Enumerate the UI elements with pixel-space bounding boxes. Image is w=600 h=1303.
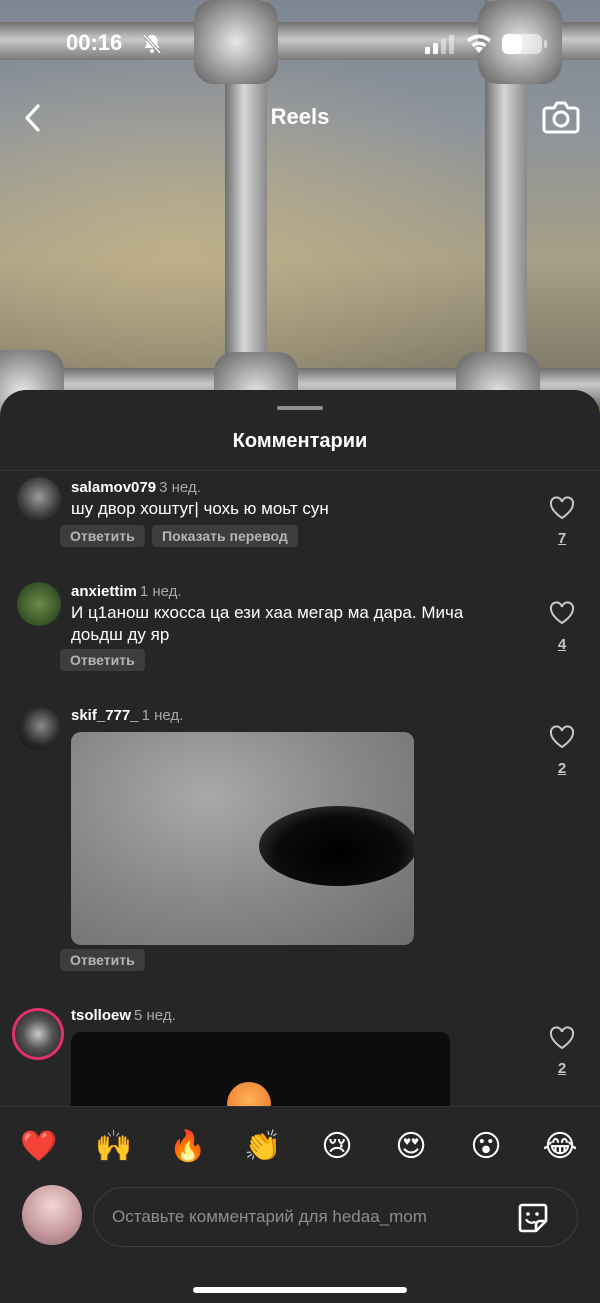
- signal-icon: [425, 35, 454, 54]
- comment-username[interactable]: salamov079: [71, 479, 156, 496]
- sheet-title: Комментарии: [232, 430, 368, 452]
- tears-of-joy-emoji[interactable]: 😂: [538, 1125, 582, 1169]
- comment-composer: ❤️ 🙌 🔥 👏 😢 😍 😮 😂 Оставьте комментарий дл…: [0, 1106, 600, 1303]
- like-count[interactable]: 2: [549, 760, 575, 777]
- camera-icon[interactable]: [541, 98, 581, 136]
- comment-meta: tsolloew 5 нед.: [71, 1007, 176, 1024]
- avatar[interactable]: [17, 582, 61, 626]
- comment-username[interactable]: skif_777_: [71, 707, 139, 724]
- status-bar: 00:16: [0, 28, 600, 64]
- battery-icon: [502, 34, 542, 54]
- clapping-hands-emoji[interactable]: 👏: [241, 1125, 285, 1169]
- crying-face-emoji[interactable]: 😢: [315, 1125, 359, 1169]
- reply-button[interactable]: Ответить: [60, 525, 145, 547]
- like-count[interactable]: 4: [549, 636, 575, 653]
- fire-emoji[interactable]: 🔥: [166, 1125, 210, 1169]
- raising-hands-emoji[interactable]: 🙌: [92, 1125, 136, 1169]
- like-count[interactable]: 2: [549, 1060, 575, 1077]
- comment-time: 3 нед.: [159, 479, 201, 496]
- comment-time: 1 нед.: [141, 707, 184, 724]
- red-heart-emoji[interactable]: ❤️: [17, 1125, 61, 1169]
- comment-time: 1 нед.: [139, 583, 182, 600]
- sticker-icon[interactable]: [516, 1201, 550, 1235]
- heart-icon[interactable]: [549, 725, 575, 749]
- avatar[interactable]: [12, 1008, 64, 1060]
- comment-username[interactable]: tsolloew: [71, 1007, 131, 1024]
- comment-input[interactable]: Оставьте комментарий для hedaa_mom: [93, 1187, 578, 1247]
- comment-gif-image[interactable]: [71, 732, 414, 945]
- comment-username[interactable]: anxiettim: [71, 583, 137, 600]
- avatar[interactable]: [17, 706, 61, 750]
- reply-button[interactable]: Ответить: [60, 949, 145, 971]
- status-time: 00:16: [66, 30, 123, 55]
- astonished-face-emoji[interactable]: 😮: [464, 1125, 508, 1169]
- sheet-grabber[interactable]: [277, 406, 323, 410]
- silent-bell-icon: [142, 34, 162, 54]
- comment-text: И ц1анош кхосса ца ези хаа мегар ма дара…: [71, 603, 464, 644]
- avatar[interactable]: [22, 1185, 82, 1245]
- divider: [0, 470, 600, 471]
- wifi-icon: [467, 34, 491, 53]
- heart-eyes-emoji[interactable]: 😍: [389, 1125, 433, 1169]
- heart-icon[interactable]: [549, 601, 575, 625]
- like-count[interactable]: 7: [549, 530, 575, 547]
- comment-text: шу двор хоштуг| чохь ю моьт сун: [71, 499, 329, 518]
- quick-emoji-row: ❤️ 🙌 🔥 👏 😢 😍 😮 😂: [0, 1125, 600, 1169]
- page-title: Reels: [270, 104, 330, 129]
- comment-time: 5 нед.: [134, 1007, 176, 1024]
- heart-icon[interactable]: [549, 496, 575, 520]
- comment-meta: skif_777_ 1 нед.: [71, 707, 183, 724]
- comment-meta: anxiettim 1 нед.: [71, 583, 182, 600]
- avatar[interactable]: [17, 477, 61, 521]
- heart-icon[interactable]: [549, 1026, 575, 1050]
- comment-input-placeholder: Оставьте комментарий для hedaa_mom: [112, 1207, 427, 1226]
- home-indicator[interactable]: [193, 1287, 407, 1293]
- comment-meta: salamov079 3 нед.: [71, 479, 201, 496]
- show-translation-button[interactable]: Показать перевод: [152, 525, 298, 547]
- reply-button[interactable]: Ответить: [60, 649, 145, 671]
